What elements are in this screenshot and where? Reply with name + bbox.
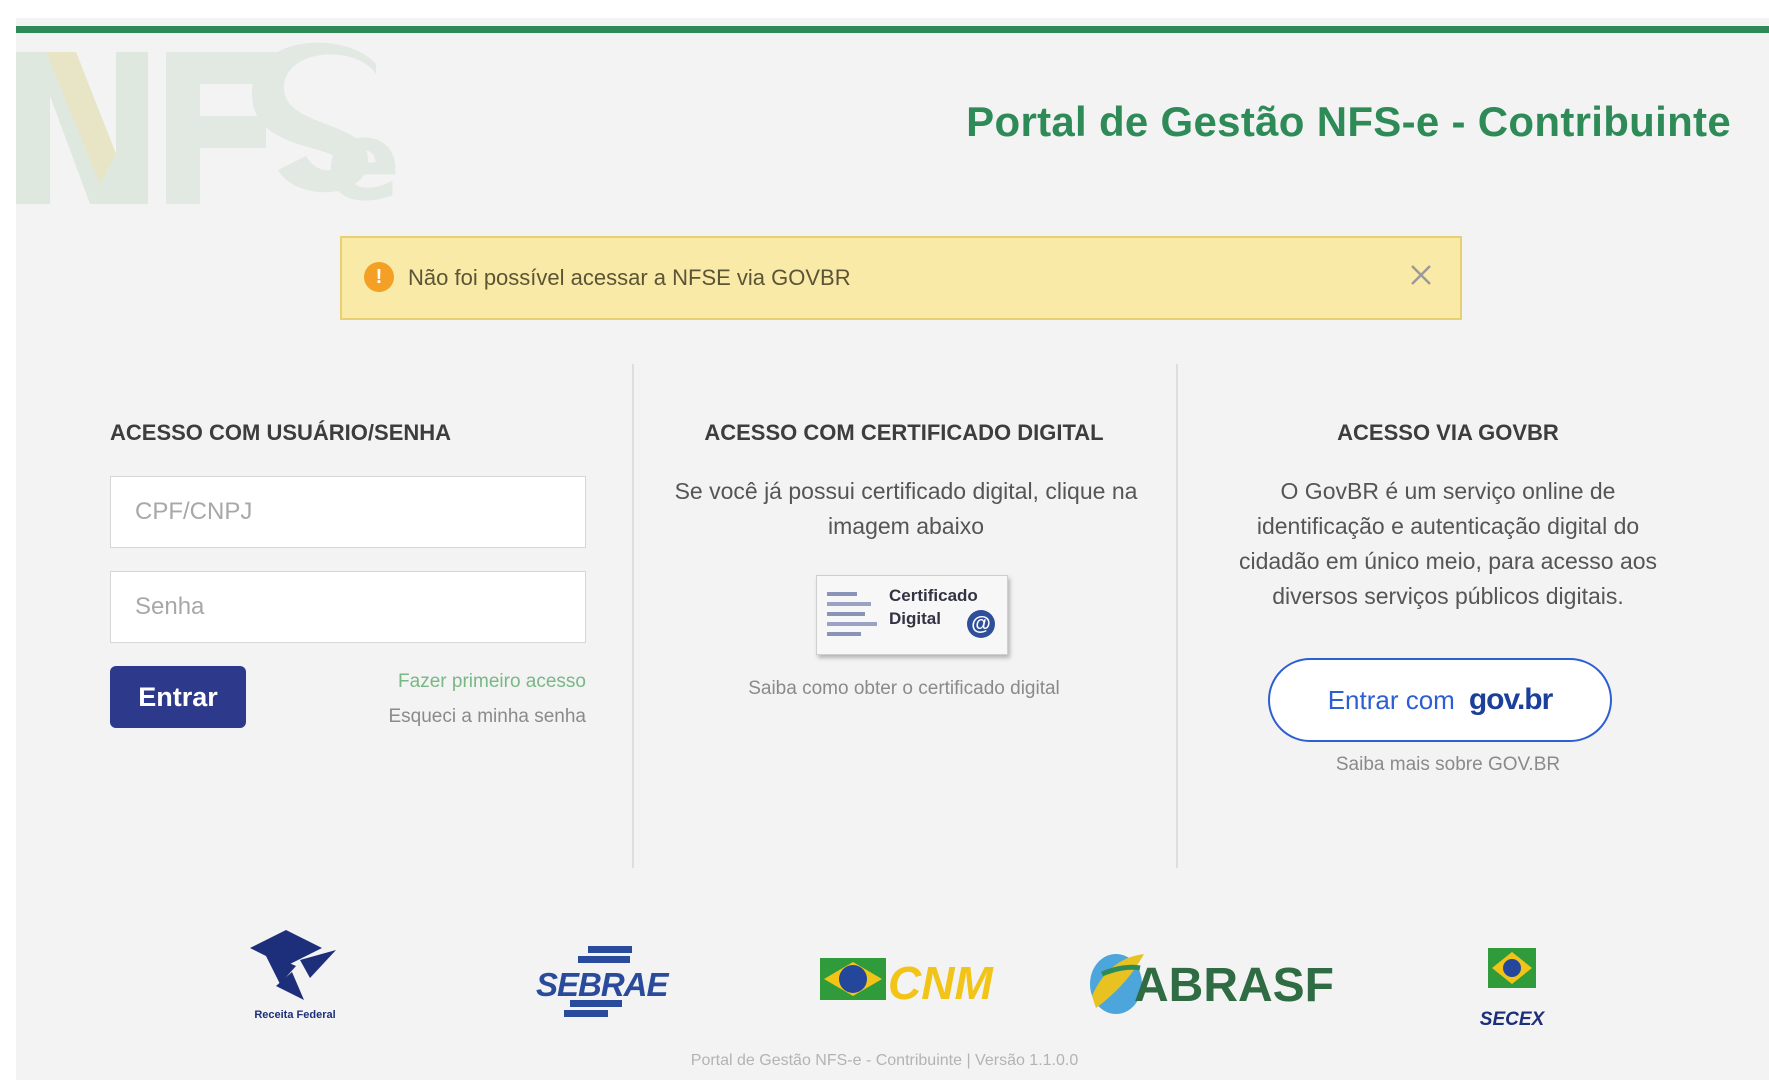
govbr-info-link[interactable]: Saiba mais sobre GOV.BR bbox=[1178, 754, 1718, 776]
bottom-edge bbox=[0, 1080, 1769, 1086]
abrasf-label: ABRASF bbox=[1134, 959, 1334, 1012]
nfse-watermark-logo: e bbox=[16, 42, 401, 224]
govbr-button-label: Entrar com bbox=[1327, 684, 1455, 715]
close-icon[interactable] bbox=[1404, 258, 1438, 292]
certificate-lines-icon bbox=[827, 592, 877, 636]
at-sign-icon: @ bbox=[967, 610, 995, 638]
sebrae-label: SEBRAE bbox=[536, 966, 669, 1003]
secex-logo: SECEX bbox=[1462, 944, 1562, 1030]
cnm-label: CNM bbox=[888, 957, 993, 1009]
forgot-password-link[interactable]: Esqueci a minha senha bbox=[388, 706, 586, 728]
govbr-logo: gov.br bbox=[1468, 683, 1553, 716]
certificate-heading: ACESSO COM CERTIFICADO DIGITAL bbox=[704, 420, 1104, 445]
certificate-badge-line2: Digital bbox=[889, 609, 941, 628]
footer-version: Portal de Gestão NFS-e - Contribuinte | … bbox=[690, 1052, 1079, 1069]
password-input[interactable] bbox=[110, 571, 586, 643]
first-access-link[interactable]: Fazer primeiro acesso bbox=[398, 671, 586, 693]
page-title: Portal de Gestão NFS-e - Contribuinte bbox=[966, 98, 1731, 145]
secex-label: SECEX bbox=[1479, 1009, 1545, 1030]
abrasf-logo: ABRASF bbox=[1082, 944, 1362, 1020]
login-button[interactable]: Entrar bbox=[110, 666, 246, 728]
cpf-cnpj-input[interactable] bbox=[110, 476, 586, 548]
error-alert: ! Não foi possível acessar a NFSE via GO… bbox=[340, 236, 1462, 320]
svg-text:e: e bbox=[326, 97, 401, 224]
govbr-heading: ACESSO VIA GOVBR bbox=[1337, 420, 1559, 445]
alert-message: Não foi possível acessar a NFSE via GOVB… bbox=[408, 265, 851, 290]
secex-flag-icon bbox=[1488, 948, 1536, 988]
certificate-description: Se você já possui certificado digital, c… bbox=[674, 478, 1138, 539]
digital-certificate-badge[interactable]: Certificado Digital @ bbox=[816, 575, 1008, 655]
top-bar bbox=[16, 26, 1769, 33]
certificate-info-link[interactable]: Saiba como obter o certificado digital bbox=[634, 678, 1174, 700]
receita-federal-logo: Receita Federal bbox=[230, 926, 360, 1026]
warning-icon: ! bbox=[364, 262, 394, 292]
certificate-badge-line1: Certificado bbox=[889, 586, 978, 605]
cnm-logo: CNM bbox=[818, 942, 993, 1022]
govbr-description: O GovBR é um serviço online de identific… bbox=[1238, 478, 1658, 609]
sebrae-logo: SEBRAE bbox=[530, 944, 670, 1020]
receita-federal-icon bbox=[250, 930, 336, 1000]
receita-federal-label: Receita Federal bbox=[254, 1009, 336, 1021]
govbr-login-button[interactable]: Entrar com gov.br bbox=[1268, 658, 1612, 742]
login-heading: ACESSO COM USUÁRIO/SENHA bbox=[110, 420, 452, 445]
